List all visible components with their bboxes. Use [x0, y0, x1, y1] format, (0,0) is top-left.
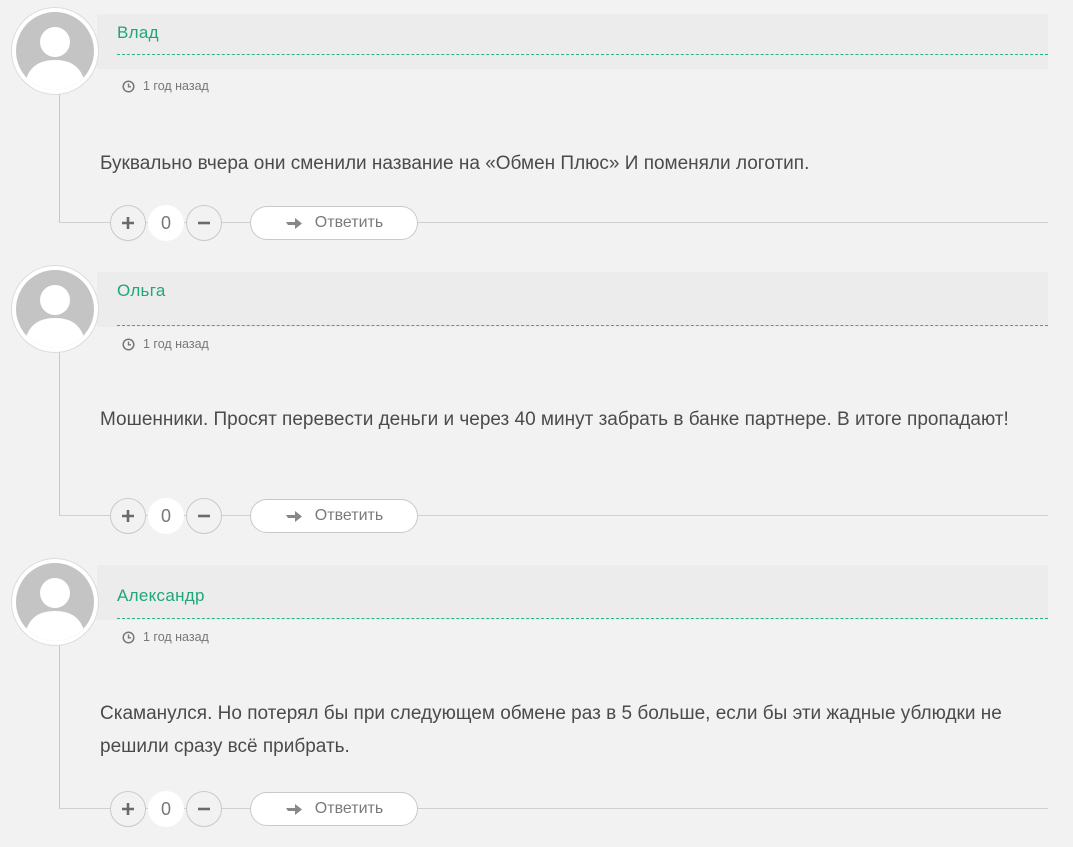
- default-user-avatar-icon: [16, 12, 94, 90]
- comment-author[interactable]: Ольга: [117, 281, 166, 301]
- comment-actions: 0 Ответить: [110, 205, 418, 241]
- vote-count: 0: [148, 498, 184, 534]
- vote-up-button[interactable]: [110, 498, 146, 534]
- reply-button-label: Ответить: [314, 507, 384, 524]
- minus-icon: [198, 514, 210, 518]
- comment-header: [97, 14, 1048, 69]
- reply-button[interactable]: Ответить: [250, 792, 418, 826]
- comment-text: Мошенники. Просят перевести деньги и чер…: [100, 409, 1009, 430]
- minus-icon: [198, 221, 210, 225]
- reply-button[interactable]: Ответить: [250, 499, 418, 533]
- comment-text: Буквально вчера они сменили название на …: [100, 153, 810, 174]
- clock-icon: [122, 337, 135, 351]
- comment-author[interactable]: Влад: [117, 23, 159, 43]
- comment-time-text: 1 год назад: [143, 337, 209, 351]
- avatar[interactable]: [12, 8, 98, 94]
- reply-button-label: Ответить: [314, 214, 384, 231]
- comment-time: 1 год назад: [122, 79, 209, 93]
- comment-header: [97, 272, 1048, 327]
- comment-time: 1 год назад: [122, 630, 209, 644]
- plus-icon: [122, 217, 134, 229]
- comment-time-text: 1 год назад: [143, 630, 209, 644]
- plus-icon: [122, 803, 134, 815]
- author-underline: [117, 54, 1048, 55]
- comment: Влад 1 год назад Буквально вчера они сме…: [0, 0, 1073, 250]
- comment-author[interactable]: Александр: [117, 586, 205, 606]
- plus-icon: [122, 510, 134, 522]
- thread-line: [59, 352, 60, 515]
- vote-down-button[interactable]: [186, 791, 222, 827]
- comment-time: 1 год назад: [122, 337, 209, 351]
- comment-header: [97, 565, 1048, 620]
- default-user-avatar-icon: [16, 563, 94, 641]
- thread-line: [59, 645, 60, 808]
- vote-count: 0: [148, 205, 184, 241]
- vote-up-button[interactable]: [110, 791, 146, 827]
- author-underline: [117, 618, 1048, 619]
- comment-actions: 0 Ответить: [110, 791, 418, 827]
- vote-up-button[interactable]: [110, 205, 146, 241]
- comment-actions: 0 Ответить: [110, 498, 418, 534]
- comment: Ольга 1 год назад Мошенники. Просят пере…: [0, 258, 1073, 548]
- vote-count: 0: [148, 791, 184, 827]
- default-user-avatar-icon: [16, 270, 94, 348]
- vote-down-button[interactable]: [186, 205, 222, 241]
- minus-icon: [198, 807, 210, 811]
- reply-button-label: Ответить: [314, 800, 384, 817]
- author-underline: [117, 325, 1048, 326]
- reply-arrow-icon: [285, 216, 303, 230]
- comment-time-text: 1 год назад: [143, 79, 209, 93]
- comments-list: Влад 1 год назад Буквально вчера они сме…: [0, 0, 1073, 847]
- comment: Александр 1 год назад Скаманулся. Но пот…: [0, 551, 1073, 847]
- clock-icon: [122, 79, 135, 93]
- reply-arrow-icon: [285, 802, 303, 816]
- avatar[interactable]: [12, 559, 98, 645]
- vote-down-button[interactable]: [186, 498, 222, 534]
- comment-text: Скаманулся. Но потерял бы при следующем …: [100, 703, 1002, 757]
- thread-line: [59, 94, 60, 222]
- clock-icon: [122, 630, 135, 644]
- avatar[interactable]: [12, 266, 98, 352]
- reply-arrow-icon: [285, 509, 303, 523]
- reply-button[interactable]: Ответить: [250, 206, 418, 240]
